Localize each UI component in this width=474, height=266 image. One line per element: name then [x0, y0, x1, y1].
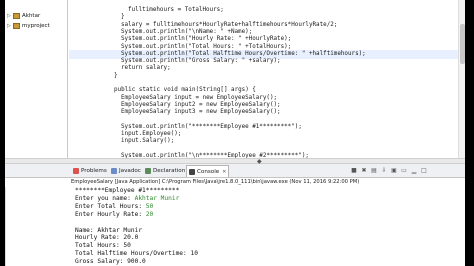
console-launch-header: EmployeeSalary [Java Application] C:\Pro… — [5, 178, 465, 187]
remove-launch-icon[interactable]: ✖ — [360, 166, 368, 174]
console-text: Enter Total Hours: — [75, 202, 146, 210]
display-console-icon[interactable]: ▭ — [400, 166, 408, 174]
clear-console-icon[interactable]: ▤ — [370, 166, 378, 174]
console-text: Total Halftime Hours/Overtime: 10 — [75, 250, 198, 258]
console-tab-bar: Problems Javadoc Declaration Console ✕ ■… — [5, 164, 465, 178]
tree-item-akhtar[interactable]: ▷ Akhtar — [7, 11, 40, 21]
scroll-lock-icon[interactable]: ⇩ — [380, 166, 388, 174]
console-text: ********Employee #1********* — [75, 187, 180, 194]
tab-declaration[interactable]: Declaration — [143, 165, 187, 177]
tab-label: Javadoc — [119, 168, 141, 174]
console-text: Enter Hourly Rate: — [75, 210, 146, 218]
maximize-icon[interactable]: □ — [420, 166, 428, 174]
console-icon — [189, 168, 195, 175]
tab-javadoc[interactable]: Javadoc — [109, 165, 143, 177]
tree-item-label: Akhtar — [22, 13, 41, 19]
console-text: Total Hours: 50 — [75, 242, 131, 250]
editor-vertical-scrollbar[interactable] — [458, 0, 465, 162]
project-folder-icon — [13, 23, 20, 29]
close-icon[interactable]: ✕ — [222, 169, 226, 175]
console-text: Gross Salary: 900.0 — [75, 258, 146, 266]
tree-item-myproject[interactable]: ▷ myproject — [7, 21, 50, 31]
problems-icon — [73, 168, 79, 174]
tree-item-label: myproject — [22, 23, 50, 29]
tab-label: Declaration — [153, 168, 186, 174]
console-line: Gross Salary: 900.0 — [75, 258, 146, 266]
javadoc-icon — [111, 168, 117, 174]
terminate-icon[interactable]: ■ — [350, 166, 358, 174]
code-editor[interactable]: fulltimehours = TotalHours;} salary = ful… — [69, 0, 458, 162]
console-output[interactable]: ********Employee #1********* Enter you na… — [5, 187, 465, 266]
console-text: Enter you name: — [75, 194, 135, 202]
tab-console[interactable]: Console ✕ — [186, 165, 230, 177]
package-explorer: ▷ Akhtar ▷ myproject — [5, 0, 68, 162]
console-user-input: 20 — [145, 210, 154, 218]
console-user-input: 50 — [145, 202, 154, 210]
minimize-icon[interactable]: ▁ — [410, 166, 418, 174]
console-user-input: Akhtar Munir — [134, 194, 180, 202]
console-text: Hourly Rate: 20.0 — [75, 234, 139, 242]
pin-console-icon[interactable]: ▣ — [390, 166, 398, 174]
tab-label: Console — [197, 168, 220, 175]
console-toolbar: ■ ✖ ▤ ⇩ ▣ ▭ ▁ □ — [350, 166, 430, 176]
scrollbar-thumb[interactable] — [460, 24, 465, 64]
tab-label: Problems — [81, 168, 107, 174]
console-text: Name: Akhtar Munir — [75, 226, 143, 234]
tab-problems[interactable]: Problems — [71, 165, 109, 177]
console-line: Enter Hourly Rate: 20 — [75, 211, 153, 220]
project-folder-icon — [13, 13, 20, 19]
declaration-icon — [145, 168, 151, 174]
right-black-bar — [465, 0, 474, 266]
